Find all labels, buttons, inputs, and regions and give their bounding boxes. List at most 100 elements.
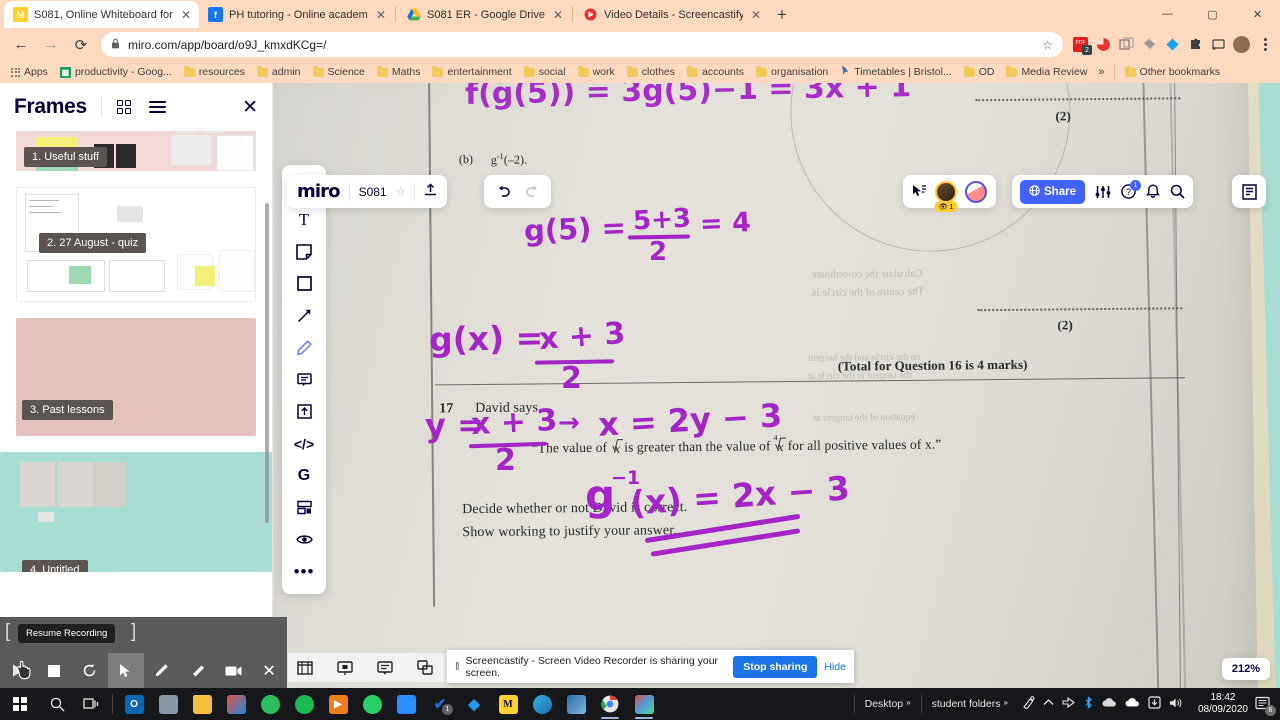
comment-tool[interactable] [288,365,320,394]
zoom-level-indicator[interactable]: 212% [1221,658,1270,680]
bell-icon[interactable] [1146,184,1160,199]
network-icon[interactable] [1062,696,1075,712]
bookmark-od[interactable]: OD [959,64,1000,80]
bookmark-social[interactable]: social [519,64,571,80]
taskbar-app-todoist[interactable]: ✔ 1 [423,688,457,720]
reload-button[interactable]: ⟳ [66,31,96,59]
tab-close-icon[interactable]: ✕ [551,8,565,22]
list-view-icon[interactable] [146,95,170,119]
upload-icon[interactable] [424,183,437,200]
search-icon[interactable] [1170,184,1185,199]
sticky-note-tool[interactable] [288,237,320,266]
browser-tab-screencastify[interactable]: Video Details - Screencastify ✕ [574,1,769,28]
google-drive-tool[interactable]: G [288,461,320,490]
avatar[interactable] [965,180,987,203]
taskbar-app-outlook[interactable]: O [117,688,151,720]
share-button[interactable]: Share [1020,179,1085,204]
profile-avatar[interactable] [1233,36,1250,53]
taskbar-app-spotify[interactable] [287,688,321,720]
notes-panel-icon[interactable] [1232,175,1266,208]
tab-resize-icon[interactable] [292,655,318,681]
webcam-toggle-button[interactable] [215,653,251,688]
bookmark-science[interactable]: Science [308,64,370,80]
back-button[interactable]: ← [6,31,36,59]
hide-button[interactable]: Hide [824,661,846,673]
taskbar-app-maps[interactable] [151,688,185,720]
taskbar-app-excel[interactable] [627,688,661,720]
tab-copy-extension-icon[interactable] [1118,36,1135,53]
taskbar-app-whatsapp[interactable] [355,688,389,720]
sliders-icon[interactable] [1095,185,1111,199]
bookmark-entertainment[interactable]: entertainment [427,64,516,80]
frame-tool[interactable] [288,493,320,522]
frames-panel-scrollbar[interactable] [265,203,269,523]
frames-list[interactable]: 1. Useful stuff 2. 27 August - quiz 3. P… [0,131,272,688]
bookmark-organisation[interactable]: organisation [751,64,833,80]
frame-card-2[interactable]: 2. 27 August - quiz [16,187,256,302]
window-minimize-button[interactable]: — [1145,0,1190,28]
cast-icon[interactable] [1210,36,1227,53]
stop-sharing-button[interactable]: Stop sharing [733,655,818,678]
restart-recording-button[interactable] [72,653,108,688]
favorite-star-icon[interactable]: ☆ [396,185,406,198]
tab-close-icon[interactable]: ✕ [374,8,388,22]
pen-tool-button[interactable] [144,653,180,688]
chat-icon[interactable] [372,655,398,681]
undo-icon[interactable] [490,179,516,205]
frame-card-4[interactable]: 4. Untitled [0,452,272,572]
bookmarks-overflow-button[interactable]: » [1094,66,1108,78]
bookmark-maths[interactable]: Maths [372,64,426,80]
taskbar-toolbar-student-folders[interactable]: student folders » [926,698,1014,710]
forward-button[interactable]: → [36,31,66,59]
connector-tool[interactable] [288,301,320,330]
window-copy-icon[interactable] [412,655,438,681]
bluetooth-icon[interactable] [1083,696,1094,712]
avatar[interactable]: 👁 1 [934,180,958,212]
bookmark-clothes[interactable]: clothes [622,64,680,80]
text-tool[interactable]: T [288,205,320,234]
bookmark-accounts[interactable]: accounts [682,64,749,80]
tab-close-icon[interactable]: ✕ [749,8,763,22]
more-tools-icon[interactable]: ••• [288,557,320,586]
tab-close-icon[interactable]: ✕ [179,8,193,22]
close-icon[interactable]: ✕ [242,96,258,119]
cloud-icon[interactable] [1102,697,1117,711]
diamond-extension-icon[interactable] [1164,36,1181,53]
taskbar-app-chrome[interactable] [593,688,627,720]
presentation-eye-tool[interactable] [288,525,320,554]
browser-tab-miro[interactable]: M S081, Online Whiteboard for Visu ✕ [4,1,199,28]
taskbar-app-media-player[interactable]: ▶ [321,688,355,720]
onedrive-icon[interactable] [1125,697,1140,711]
address-bar[interactable]: miro.com/app/board/o9J_kmxdKCg=/ ☆ [101,32,1063,57]
browser-tab-google-drive[interactable]: S081 ER - Google Drive ✕ [397,1,571,28]
screencastify-extension-icon[interactable] [1095,36,1112,53]
stop-recording-button[interactable] [36,653,72,688]
bookmark-other-bookmarks[interactable]: Other bookmarks [1120,64,1226,80]
taskbar-app-explorer[interactable] [185,688,219,720]
taskbar-app-paint3d[interactable] [559,688,593,720]
miro-canvas[interactable]: Calculate the co-ordinate The centre of … [273,83,1280,688]
window-maximize-button[interactable]: ▢ [1190,0,1235,28]
taskbar-app-onedrive-blue[interactable]: ◆ [457,688,491,720]
embed-code-tool[interactable]: </> [288,429,320,458]
present-icon[interactable] [332,655,358,681]
bookmark-work[interactable]: work [573,64,620,80]
bookmark-media-review[interactable]: Media Review [1001,64,1092,80]
pen-tool[interactable] [288,333,320,362]
bookmark-timetables[interactable]: Timetables | Bristol... [835,63,956,81]
bookmark-resources[interactable]: resources [179,64,250,80]
pdf-extension-icon[interactable]: PDF 2 [1072,36,1092,55]
taskbar-app-edge[interactable] [525,688,559,720]
taskbar-app-evernote[interactable] [253,688,287,720]
taskbar-app-paint[interactable] [219,688,253,720]
grid-view-icon[interactable] [112,95,136,119]
pause-icon[interactable]: ‖ [455,661,459,673]
pen-workspace-icon[interactable] [1022,696,1035,712]
new-tab-button[interactable]: + [769,2,795,28]
board-name-label[interactable]: S081 [359,185,387,199]
taskbar-search-button[interactable] [40,688,74,720]
puzzle-extensions-icon[interactable] [1187,36,1204,53]
browser-tab-ph-tutoring[interactable]: f PH tutoring - Online academic tu ✕ [199,1,394,28]
frame-card-1[interactable]: 1. Useful stuff [16,131,256,171]
upload-tool[interactable] [288,397,320,426]
